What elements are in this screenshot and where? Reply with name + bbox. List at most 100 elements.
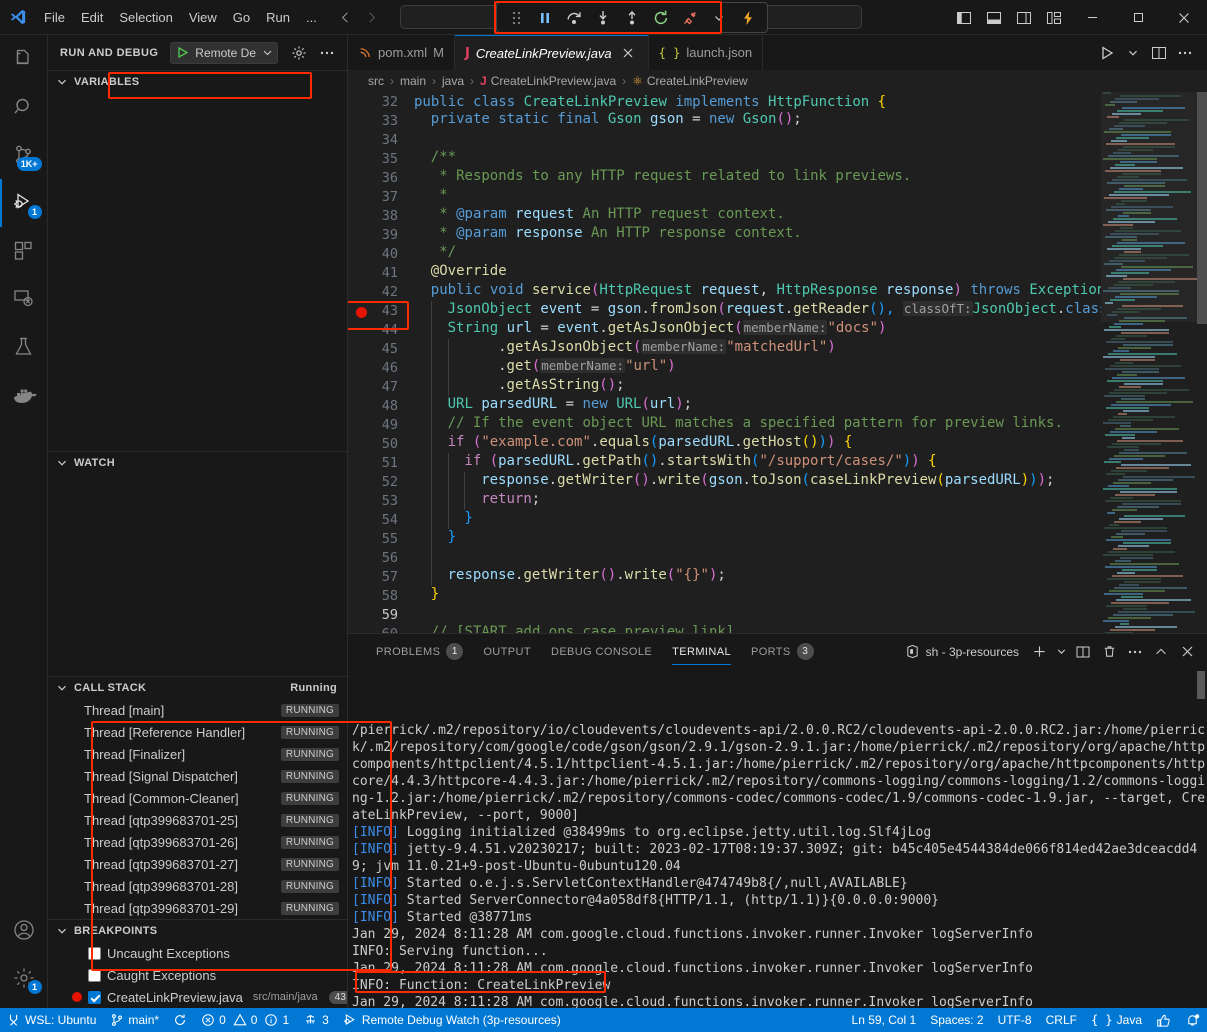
menu-run[interactable]: Run (258, 0, 298, 34)
call-stack-thread[interactable]: Thread [qtp399683701-29]RUNNING (48, 897, 347, 919)
restart-button[interactable] (648, 6, 674, 30)
line-number[interactable]: 51 (348, 455, 410, 471)
code-line[interactable]: 57response.getWriter().write("{}"); (348, 567, 1101, 586)
breakpoints-header[interactable]: BREAKPOINTS (48, 920, 347, 942)
panel-tab[interactable]: PROBLEMS1 (366, 634, 473, 669)
line-number[interactable]: 43 (348, 303, 410, 319)
kill-terminal-button[interactable] (1097, 640, 1121, 664)
breadcrumb-item[interactable]: src (368, 74, 384, 88)
activity-item-remote-explorer[interactable] (0, 275, 48, 323)
code-line[interactable]: 46 .get(memberName:"url") (348, 358, 1101, 377)
close-panel-button[interactable] (1175, 640, 1199, 664)
activity-item-docker[interactable] (0, 371, 48, 419)
gear-icon[interactable] (288, 42, 310, 64)
line-number[interactable]: 33 (348, 113, 410, 129)
breakpoint-row[interactable]: Caught Exceptions (48, 964, 347, 986)
code-editor[interactable]: 32public class CreateLinkPreview impleme… (348, 92, 1207, 633)
menu-file[interactable]: File (36, 0, 73, 34)
notifications-bell[interactable] (1178, 1008, 1207, 1032)
call-stack-thread[interactable]: Thread [Reference Handler]RUNNING (48, 721, 347, 743)
code-line[interactable]: 59 (348, 605, 1101, 624)
toggle-secondary-sidebar-icon[interactable] (1009, 0, 1039, 35)
variables-header[interactable]: VARIABLES (48, 71, 347, 93)
debug-toolbar[interactable] (496, 2, 768, 33)
sidebar-more-icon[interactable] (316, 42, 338, 64)
sync-indicator[interactable] (166, 1008, 194, 1032)
terminal-profile-dropdown[interactable] (1053, 640, 1069, 664)
customize-layout-icon[interactable] (1039, 0, 1069, 35)
line-number[interactable]: 42 (348, 284, 410, 300)
hot-reload-button[interactable] (735, 6, 761, 30)
breakpoint-row[interactable]: Uncaught Exceptions (48, 942, 347, 964)
line-number[interactable]: 53 (348, 493, 410, 509)
pause-button[interactable] (532, 6, 558, 30)
line-number[interactable]: 48 (348, 398, 410, 414)
editor-more-button[interactable] (1173, 41, 1197, 65)
terminal-scrollbar[interactable] (1197, 671, 1205, 699)
close-button[interactable] (1161, 0, 1207, 35)
call-stack-thread[interactable]: Thread [qtp399683701-27]RUNNING (48, 853, 347, 875)
call-stack-thread[interactable]: Thread [qtp399683701-26]RUNNING (48, 831, 347, 853)
maximize-button[interactable] (1115, 0, 1161, 35)
line-number[interactable]: 36 (348, 170, 410, 186)
minimize-button[interactable] (1069, 0, 1115, 35)
code-line[interactable]: 34 (348, 130, 1101, 149)
code-line[interactable]: 41@Override (348, 263, 1101, 282)
branch-indicator[interactable]: main* (103, 1008, 166, 1032)
menu-more[interactable]: ... (298, 0, 325, 34)
code-line[interactable]: 60// [START add_ons_case_preview_link] (348, 624, 1101, 633)
panel-tab[interactable]: PORTS3 (741, 634, 824, 669)
code-line[interactable]: 47 .getAsString(); (348, 377, 1101, 396)
menu-edit[interactable]: Edit (73, 0, 111, 34)
breadcrumb-item[interactable]: JCreateLinkPreview.java (480, 74, 616, 88)
code-line[interactable]: 39 * @param response An HTTP response co… (348, 225, 1101, 244)
code-line[interactable]: 53return; (348, 491, 1101, 510)
line-number[interactable]: 47 (348, 379, 410, 395)
ports-indicator[interactable]: 3 (296, 1008, 336, 1032)
code-line[interactable]: 40 */ (348, 244, 1101, 263)
minimap[interactable] (1101, 92, 1207, 633)
line-number[interactable]: 46 (348, 360, 410, 376)
line-number[interactable]: 41 (348, 265, 410, 281)
code-line[interactable]: 50if ("example.com".equals(parsedURL.get… (348, 434, 1101, 453)
breakpoint-checkbox[interactable] (88, 947, 101, 960)
run-dropdown-icon[interactable] (1121, 41, 1145, 65)
call-stack-thread[interactable]: Thread [qtp399683701-28]RUNNING (48, 875, 347, 897)
call-stack-thread[interactable]: Thread [Signal Dispatcher]RUNNING (48, 765, 347, 787)
step-out-button[interactable] (619, 6, 645, 30)
menu-selection[interactable]: Selection (111, 0, 180, 34)
code-line[interactable]: 54} (348, 510, 1101, 529)
code-line[interactable]: 55} (348, 529, 1101, 548)
go-forward-icon[interactable] (361, 6, 383, 28)
line-number[interactable]: 40 (348, 246, 410, 262)
new-terminal-button[interactable] (1027, 640, 1051, 664)
activity-item-accounts[interactable] (0, 906, 48, 954)
code-line[interactable]: 42public void service(HttpRequest reques… (348, 282, 1101, 301)
code-line[interactable]: 35/** (348, 149, 1101, 168)
breakpoint-checkbox[interactable] (88, 991, 101, 1004)
line-number[interactable]: 58 (348, 588, 410, 604)
breakpoint-checkbox[interactable] (88, 969, 101, 982)
panel-more-button[interactable] (1123, 640, 1147, 664)
code-line[interactable]: 37 * (348, 187, 1101, 206)
call-stack-header[interactable]: CALL STACK Running (48, 677, 347, 699)
line-number[interactable]: 32 (348, 94, 410, 110)
maximize-panel-button[interactable] (1149, 640, 1173, 664)
editor-tab[interactable]: { }launch.json (649, 35, 763, 70)
step-over-button[interactable] (561, 6, 587, 30)
language-mode[interactable]: { } Java (1084, 1008, 1149, 1032)
panel-tab[interactable]: DEBUG CONSOLE (541, 634, 662, 669)
line-number[interactable]: 44 (348, 322, 410, 338)
line-number[interactable]: 38 (348, 208, 410, 224)
code-line[interactable]: 32public class CreateLinkPreview impleme… (348, 92, 1101, 111)
breadcrumb-item[interactable]: ⚛CreateLinkPreview (632, 74, 747, 88)
watch-header[interactable]: WATCH (48, 452, 347, 474)
problems-indicator[interactable]: 0 0 1 (194, 1008, 296, 1032)
code-line[interactable]: 38 * @param request An HTTP request cont… (348, 206, 1101, 225)
breadcrumb-item[interactable]: java (442, 74, 464, 88)
encoding-setting[interactable]: UTF-8 (991, 1008, 1039, 1032)
call-stack-thread[interactable]: Thread [Common-Cleaner]RUNNING (48, 787, 347, 809)
call-stack-thread[interactable]: Thread [Finalizer]RUNNING (48, 743, 347, 765)
terminal-output[interactable]: /pierrick/.m2/repository/io/cloudevents/… (348, 669, 1207, 1008)
panel-tab[interactable]: OUTPUT (473, 634, 541, 669)
